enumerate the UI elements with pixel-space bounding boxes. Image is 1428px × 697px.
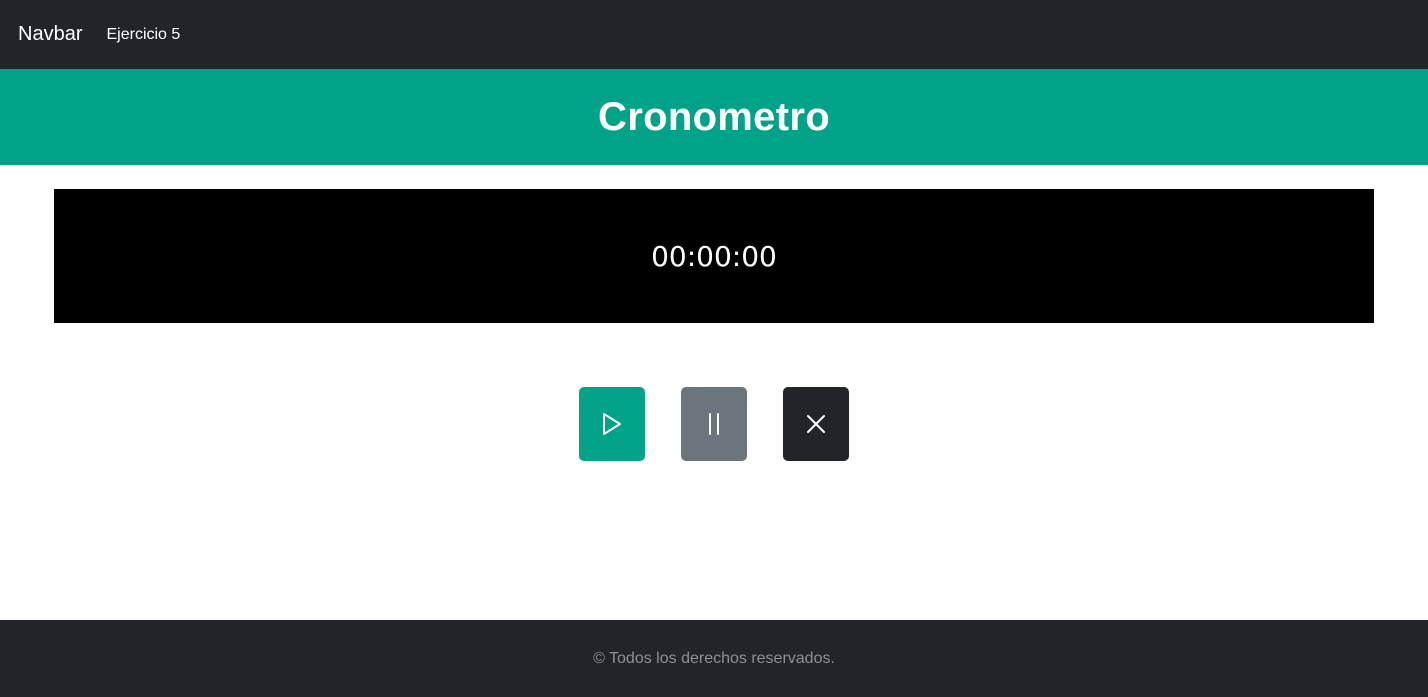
pause-icon	[706, 412, 722, 436]
navbar: Navbar Ejercicio 5	[0, 0, 1428, 69]
page-title: Cronometro	[598, 94, 830, 139]
navbar-brand[interactable]: Navbar	[18, 23, 82, 46]
nav-link-ejercicio-5[interactable]: Ejercicio 5	[106, 26, 180, 44]
footer: © Todos los derechos reservados.	[0, 620, 1428, 697]
timer-display: 00:00:00	[54, 189, 1374, 323]
pause-button[interactable]	[681, 387, 747, 461]
close-icon	[806, 414, 826, 434]
timer-value: 00:00:00	[651, 239, 777, 273]
play-icon	[601, 412, 623, 436]
footer-copyright: © Todos los derechos reservados.	[593, 649, 835, 667]
play-button[interactable]	[579, 387, 645, 461]
timer-controls	[579, 387, 849, 461]
header-banner: Cronometro	[0, 69, 1428, 165]
reset-button[interactable]	[783, 387, 849, 461]
